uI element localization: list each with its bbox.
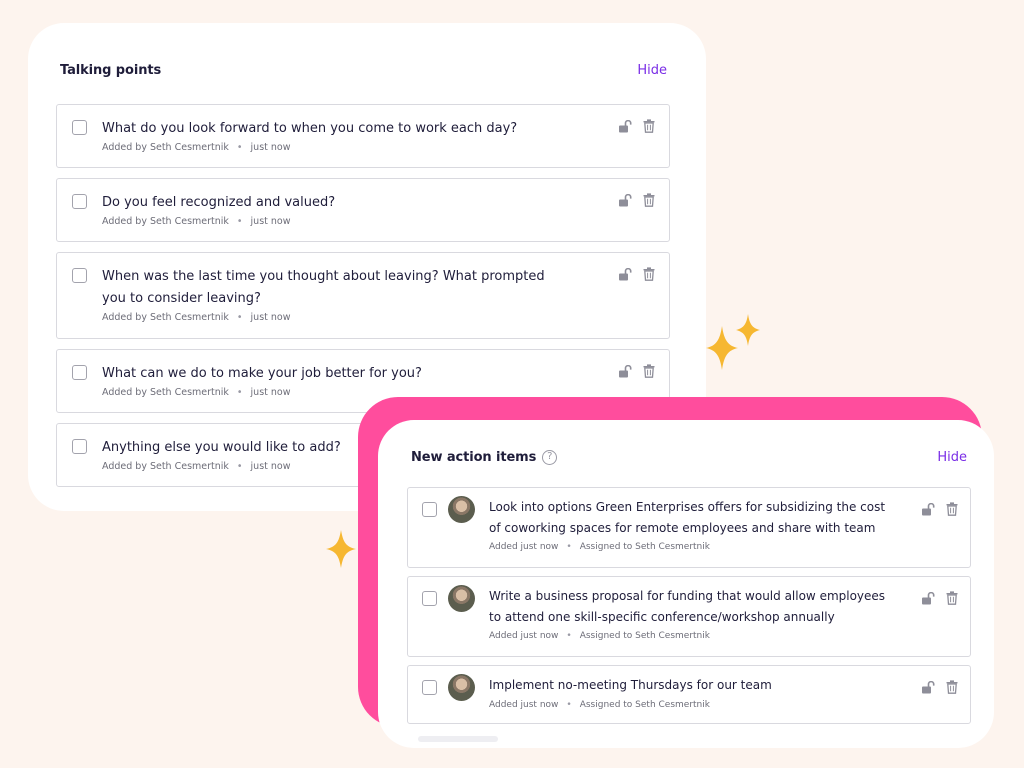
- action-item: Look into options Green Enterprises offe…: [407, 487, 971, 568]
- talking-points-title: Talking points: [60, 62, 162, 78]
- assigned-label: Assigned to Seth Cesmertnik: [579, 542, 710, 552]
- assigned-label: Assigned to Seth Cesmertnik: [579, 631, 710, 641]
- action-item-meta: Added just now • Assigned to Seth Cesmertn…: [489, 700, 710, 710]
- added-by-label: Added by Seth Cesmertnik: [102, 216, 229, 227]
- action-items-card: New action items ? Hide Look into option…: [378, 420, 994, 748]
- talking-point-checkbox[interactable]: [72, 194, 87, 209]
- talking-point-checkbox[interactable]: [72, 120, 87, 135]
- talking-point-actions: [618, 119, 655, 133]
- action-item-meta: Added just now • Assigned to Seth Cesmertn…: [489, 542, 710, 552]
- trash-icon[interactable]: [643, 267, 655, 281]
- action-item-actions: [921, 680, 958, 694]
- action-item-actions: [921, 591, 958, 605]
- added-label: Added just now: [489, 542, 559, 552]
- added-time: just now: [250, 312, 291, 323]
- help-icon[interactable]: ?: [542, 449, 558, 465]
- unlock-icon[interactable]: [921, 502, 936, 516]
- talking-point-item: What do you look forward to when you com…: [56, 104, 670, 168]
- talking-points-header: Talking points Hide: [60, 60, 667, 80]
- action-items-title-group: New action items ?: [411, 449, 558, 465]
- action-item-checkbox[interactable]: [422, 502, 437, 517]
- trash-icon[interactable]: [946, 591, 958, 605]
- added-label: Added just now: [489, 631, 559, 641]
- talking-point-item: When was the last time you thought about…: [56, 252, 670, 339]
- unlock-icon[interactable]: [921, 680, 936, 694]
- added-time: just now: [250, 142, 291, 153]
- talking-point-checkbox[interactable]: [72, 439, 87, 454]
- talking-point-text: What do you look forward to when you com…: [102, 121, 518, 136]
- action-item: Write a business proposal for funding th…: [407, 576, 971, 657]
- talking-point-text: When was the last time you thought about…: [102, 269, 545, 306]
- action-item: Implement no-meeting Thursdays for our t…: [407, 665, 971, 724]
- talking-point-meta: Added by Seth Cesmertnik • just now: [102, 216, 291, 227]
- added-by-label: Added by Seth Cesmertnik: [102, 142, 229, 153]
- sparkle-icon: [736, 314, 760, 346]
- sparkle-icon: [326, 530, 356, 568]
- action-items-title: New action items: [411, 449, 537, 465]
- unlock-icon[interactable]: [921, 591, 936, 605]
- action-item-text: Write a business proposal for funding th…: [489, 589, 886, 624]
- talking-point-actions: [618, 193, 655, 207]
- unlock-icon[interactable]: [618, 267, 633, 281]
- trash-icon[interactable]: [946, 680, 958, 694]
- avatar: [448, 496, 475, 523]
- assigned-label: Assigned to Seth Cesmertnik: [579, 700, 710, 710]
- action-items-header: New action items ? Hide: [411, 447, 967, 467]
- trash-icon[interactable]: [643, 119, 655, 133]
- talking-point-meta: Added by Seth Cesmertnik • just now: [102, 387, 291, 398]
- talking-point-item: Do you feel recognized and valued? Added…: [56, 178, 670, 242]
- added-by-label: Added by Seth Cesmertnik: [102, 387, 229, 398]
- added-time: just now: [250, 216, 291, 227]
- talking-point-checkbox[interactable]: [72, 268, 87, 283]
- action-item-meta: Added just now • Assigned to Seth Cesmertn…: [489, 631, 710, 641]
- avatar: [448, 585, 475, 612]
- trash-icon[interactable]: [946, 502, 958, 516]
- talking-point-actions: [618, 364, 655, 378]
- added-by-label: Added by Seth Cesmertnik: [102, 461, 229, 472]
- action-items-hide-button[interactable]: Hide: [937, 450, 967, 465]
- talking-point-meta: Added by Seth Cesmertnik • just now: [102, 461, 291, 472]
- unlock-icon[interactable]: [618, 193, 633, 207]
- talking-point-checkbox[interactable]: [72, 365, 87, 380]
- talking-point-text: What can we do to make your job better f…: [102, 366, 422, 381]
- unlock-icon[interactable]: [618, 119, 633, 133]
- next-item-placeholder: [418, 736, 498, 742]
- added-time: just now: [250, 461, 291, 472]
- talking-points-hide-button[interactable]: Hide: [637, 63, 667, 78]
- talking-point-meta: Added by Seth Cesmertnik • just now: [102, 142, 291, 153]
- avatar: [448, 674, 475, 701]
- talking-point-text: Do you feel recognized and valued?: [102, 195, 336, 210]
- talking-point-actions: [618, 267, 655, 281]
- added-time: just now: [250, 387, 291, 398]
- trash-icon[interactable]: [643, 364, 655, 378]
- action-item-actions: [921, 502, 958, 516]
- added-label: Added just now: [489, 700, 559, 710]
- action-item-checkbox[interactable]: [422, 591, 437, 606]
- talking-point-meta: Added by Seth Cesmertnik • just now: [102, 312, 291, 323]
- action-item-text: Look into options Green Enterprises offe…: [489, 500, 886, 535]
- action-item-checkbox[interactable]: [422, 680, 437, 695]
- added-by-label: Added by Seth Cesmertnik: [102, 312, 229, 323]
- trash-icon[interactable]: [643, 193, 655, 207]
- action-item-text: Implement no-meeting Thursdays for our t…: [489, 678, 772, 692]
- unlock-icon[interactable]: [618, 364, 633, 378]
